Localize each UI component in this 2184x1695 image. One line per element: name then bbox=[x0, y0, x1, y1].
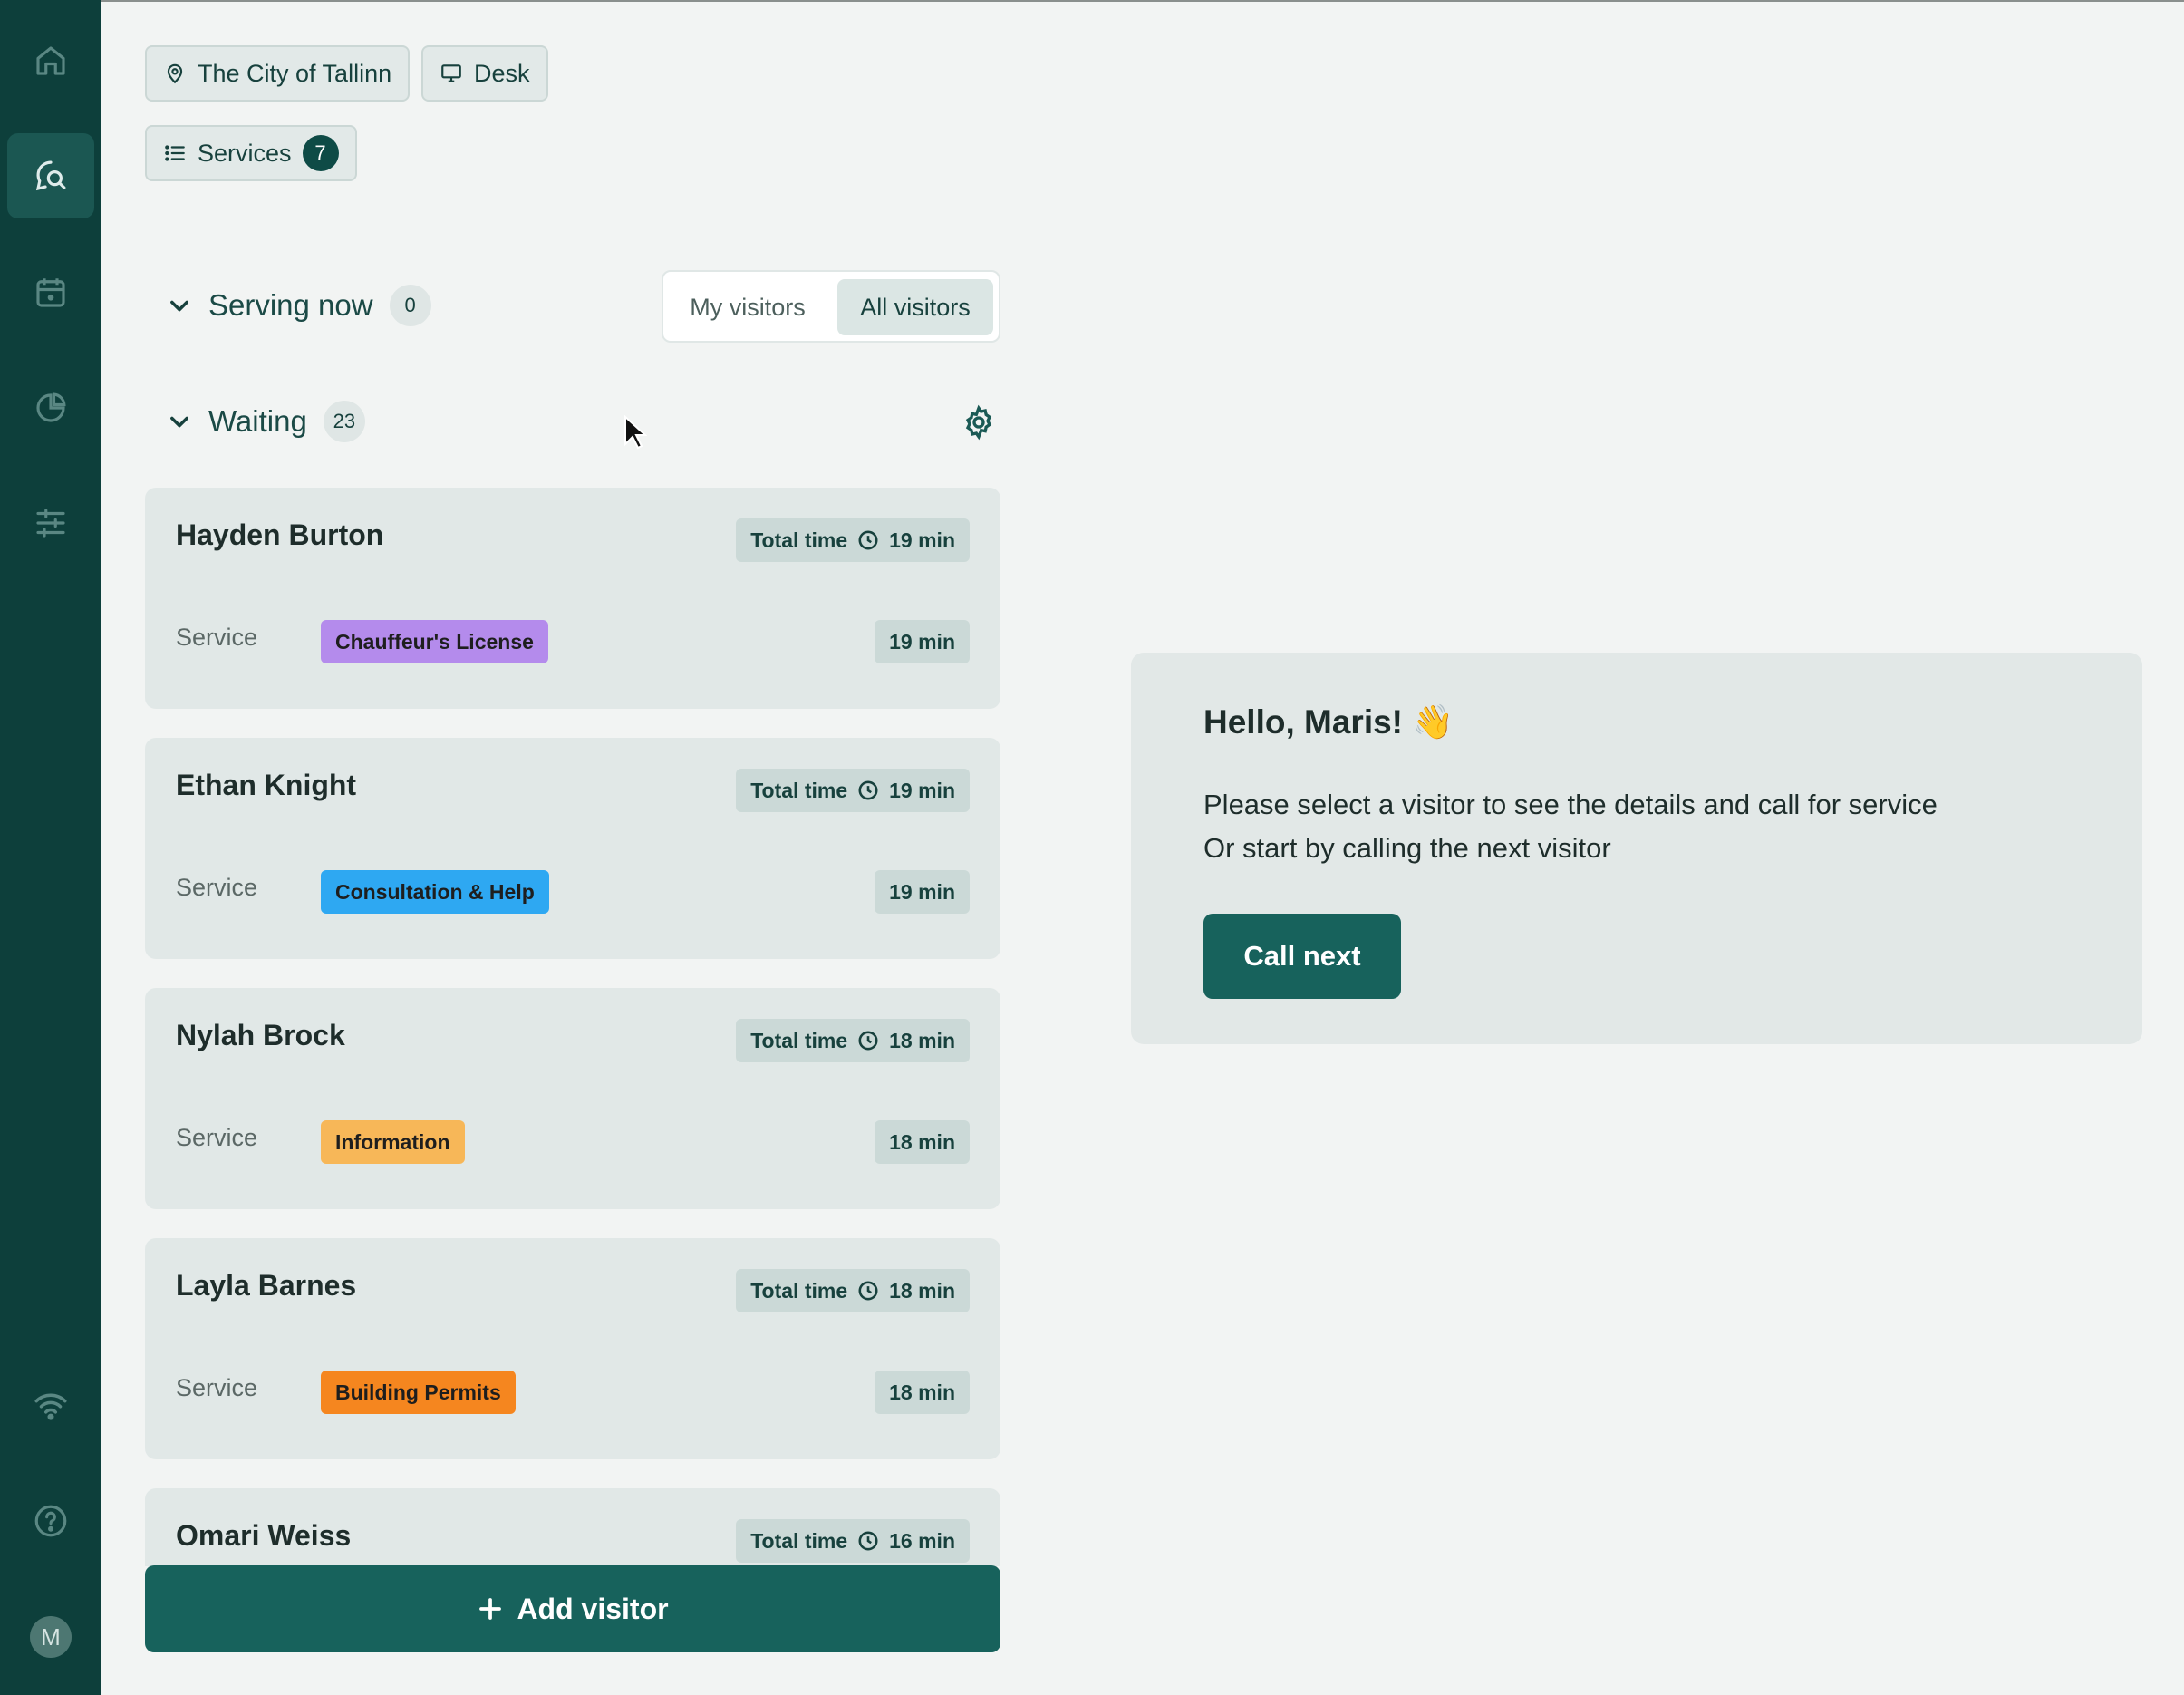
total-time-badge: Total time 18 min bbox=[736, 1269, 970, 1312]
home-icon bbox=[36, 46, 65, 75]
chevron-down-icon bbox=[170, 416, 188, 428]
my-visitors-tab[interactable]: My visitors bbox=[671, 279, 825, 335]
service-label: Service bbox=[176, 874, 258, 901]
service-tag: Consultation & Help bbox=[321, 870, 549, 914]
welcome-title: Hello, Maris! 👋 bbox=[1203, 703, 1454, 741]
service-tag: Information bbox=[321, 1120, 465, 1164]
total-time-value: 19 min bbox=[889, 778, 955, 802]
total-time-value: 18 min bbox=[889, 1028, 955, 1052]
help-button[interactable] bbox=[7, 1478, 94, 1564]
sliders-icon bbox=[36, 508, 65, 538]
clock-icon bbox=[858, 530, 878, 550]
visitor-name: Hayden Burton bbox=[176, 518, 384, 551]
nav-home[interactable] bbox=[7, 18, 94, 103]
all-visitors-tab[interactable]: All visitors bbox=[837, 279, 993, 335]
monitor-icon bbox=[441, 64, 461, 82]
services-count-badge: 7 bbox=[302, 135, 339, 171]
visitor-scope-toggle: My visitors All visitors bbox=[662, 270, 1000, 343]
total-time-label: Total time bbox=[750, 1028, 848, 1052]
nav-queue[interactable] bbox=[7, 133, 94, 218]
service-label: Service bbox=[176, 1124, 258, 1151]
welcome-panel: Hello, Maris! 👋 Please select a visitor … bbox=[1131, 653, 2142, 1044]
location-pin-icon bbox=[167, 63, 183, 84]
nav-calendar[interactable] bbox=[7, 250, 94, 335]
service-tag: Chauffeur's License bbox=[321, 620, 548, 663]
total-time-badge: Total time 18 min bbox=[736, 1019, 970, 1062]
total-time-label: Total time bbox=[750, 778, 848, 802]
chevron-down-icon bbox=[170, 300, 188, 312]
service-duration: 18 min bbox=[875, 1371, 970, 1414]
desk-label: Desk bbox=[474, 59, 530, 87]
visitor-card[interactable]: Layla Barnes Total time 18 min Service B… bbox=[145, 1238, 1000, 1459]
calendar-icon bbox=[36, 278, 65, 307]
total-time-badge: Total time 16 min bbox=[736, 1519, 970, 1563]
plus-icon bbox=[479, 1598, 502, 1620]
wifi-icon bbox=[34, 1393, 67, 1420]
total-time-badge: Total time 19 min bbox=[736, 769, 970, 812]
serving-now-count: 0 bbox=[389, 285, 431, 326]
visitor-name: Nylah Brock bbox=[176, 1019, 345, 1051]
desk-filter[interactable]: Desk bbox=[421, 45, 548, 102]
waiting-count: 23 bbox=[323, 401, 365, 442]
serving-now-header[interactable]: Serving now 0 bbox=[167, 285, 431, 326]
chat-search-icon bbox=[35, 160, 66, 191]
connection-status[interactable] bbox=[7, 1362, 94, 1448]
service-duration: 19 min bbox=[875, 620, 970, 663]
service-duration: 18 min bbox=[875, 1120, 970, 1164]
call-next-button[interactable]: Call next bbox=[1203, 914, 1401, 999]
waiting-header[interactable]: Waiting 23 bbox=[167, 401, 365, 442]
window-top-border bbox=[0, 0, 2184, 2]
visitor-card[interactable]: Hayden Burton Total time 19 min Service … bbox=[145, 488, 1000, 709]
waiting-list: Hayden Burton Total time 19 min Service … bbox=[145, 488, 1000, 1566]
list-icon bbox=[165, 145, 185, 161]
sidebar: M bbox=[0, 0, 101, 1695]
welcome-instruction: Please select a visitor to see the detai… bbox=[1203, 789, 1938, 820]
total-time-badge: Total time 19 min bbox=[736, 518, 970, 562]
total-time-label: Total time bbox=[750, 528, 848, 552]
total-time-value: 18 min bbox=[889, 1278, 955, 1303]
mouse-cursor-icon bbox=[624, 415, 647, 450]
serving-now-title: Serving now bbox=[208, 288, 373, 322]
nav-settings[interactable] bbox=[7, 480, 94, 566]
location-filter[interactable]: The City of Tallinn bbox=[145, 45, 411, 102]
service-label: Service bbox=[176, 1374, 258, 1401]
welcome-hint: Or start by calling the next visitor bbox=[1203, 832, 1611, 864]
total-time-value: 19 min bbox=[889, 528, 955, 552]
total-time-label: Total time bbox=[750, 1278, 848, 1303]
services-label: Services bbox=[198, 139, 292, 167]
visitor-card[interactable]: Ethan Knight Total time 19 min Service C… bbox=[145, 738, 1000, 959]
service-duration: 19 min bbox=[875, 870, 970, 914]
visitor-name: Omari Weiss bbox=[176, 1519, 352, 1552]
visitor-name: Ethan Knight bbox=[176, 769, 357, 801]
services-filter[interactable]: Services 7 bbox=[145, 125, 357, 181]
help-icon bbox=[34, 1505, 67, 1537]
nav-statistics[interactable] bbox=[7, 365, 94, 450]
visitor-card[interactable]: Nylah Brock Total time 18 min Service In… bbox=[145, 988, 1000, 1209]
add-visitor-label: Add visitor bbox=[517, 1592, 669, 1625]
visitor-name: Layla Barnes bbox=[176, 1269, 357, 1302]
avatar[interactable]: M bbox=[30, 1616, 72, 1658]
clock-icon bbox=[858, 780, 878, 800]
waiting-title: Waiting bbox=[208, 404, 307, 438]
clock-icon bbox=[858, 1031, 878, 1051]
total-time-label: Total time bbox=[750, 1528, 848, 1553]
service-label: Service bbox=[176, 624, 258, 651]
location-label: The City of Tallinn bbox=[198, 59, 392, 87]
total-time-value: 16 min bbox=[889, 1528, 955, 1553]
add-visitor-button[interactable]: Add visitor bbox=[145, 1565, 1000, 1652]
gear-icon[interactable] bbox=[961, 404, 997, 441]
visitor-card[interactable]: Omari Weiss Total time 16 min bbox=[145, 1488, 1000, 1566]
service-tag: Building Permits bbox=[321, 1371, 516, 1414]
clock-icon bbox=[858, 1531, 878, 1551]
pie-chart-icon bbox=[36, 392, 66, 422]
clock-icon bbox=[858, 1281, 878, 1301]
